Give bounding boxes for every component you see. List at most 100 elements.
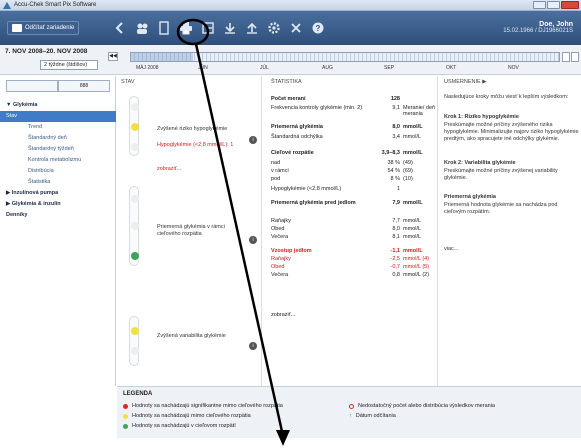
- mean-glycemia-text: Priemerná hodnota glykémie sa nachádza p…: [444, 202, 558, 215]
- sidebar-item[interactable]: Denníky: [0, 210, 116, 221]
- statistics-row: Cieľové rozpätie 3,9–8,3 mmol/L: [271, 150, 423, 156]
- timeline-month-label: MÁJ 2008: [136, 65, 159, 71]
- sidebar-item[interactable]: Štandardný týždeň: [0, 144, 116, 155]
- legend: LEGENDA Hodnoty sa nachádzajú signifikan…: [117, 386, 581, 438]
- statistics-row: Večera 8,1 mmol/L: [271, 234, 422, 240]
- statistics-row: Priemerná glykémia 8,0 mmol/L: [271, 124, 423, 130]
- tools-icon[interactable]: [286, 17, 306, 39]
- traffic-light-hypo: [129, 96, 139, 156]
- statistics-header: ŠTATISTIKA: [271, 79, 302, 85]
- statistics-row: Frekvencia kontroly glykémie (min. 2) 9,1…: [271, 105, 436, 117]
- guidance-header: USMERNENIE ▶: [444, 79, 487, 85]
- statistics-row: pod 8 % (10): [271, 176, 413, 182]
- more-link[interactable]: viac...: [444, 246, 579, 253]
- statistics-row: Vzostup jedlom -1,1 mmol/L: [271, 248, 423, 254]
- step2-text: Preskúmajte možné príčiny zvýšenej varia…: [444, 168, 558, 181]
- info-icon[interactable]: i: [249, 342, 257, 350]
- yellow-dot-icon: [123, 413, 128, 419]
- timeline-months: MÁJ 2008 JÚN JÚL AUG SEP OKT NOV: [130, 65, 560, 73]
- read-date-icon: ↑: [349, 413, 352, 419]
- statistics-row: Štandardná odchýlka 3,4 mmol/L: [271, 134, 422, 140]
- title-bar: Accu-Chek Smart Pix Software: [0, 0, 581, 11]
- print-icon[interactable]: [176, 17, 196, 39]
- green-dot-icon: [123, 423, 128, 429]
- statistics-row: Hypoglykémie (<2,8 mmol/L) 1: [271, 186, 400, 192]
- statistics-row: Večera 0,8 mmol/L (2): [271, 272, 430, 278]
- statistics-row: Počet meraní 128: [271, 96, 400, 102]
- statistics-row: Obed 8,0 mmol/L: [271, 226, 422, 232]
- timeline-month-label: JÚL: [260, 65, 269, 71]
- export-icon[interactable]: [198, 17, 218, 39]
- hypo-show-link[interactable]: zobraziť...: [157, 166, 247, 173]
- step1-text: Preskúmajte možné príčiny zvýšeného rizi…: [444, 122, 579, 142]
- statistics-row: Raňajky 7,7 mmol/L: [271, 218, 422, 224]
- svg-text:?: ?: [316, 24, 321, 33]
- sidebar-item[interactable]: Trend: [0, 122, 116, 133]
- status-header: STAV: [121, 79, 135, 85]
- statistics-row: Obed -0,7 mmol/L (5): [271, 264, 430, 270]
- date-range: 7. NOV 2008–20. NOV 2008: [5, 48, 88, 55]
- empty-circle-icon: [349, 403, 354, 409]
- statistics-row: nad 38 % (49): [271, 160, 413, 166]
- settings-icon[interactable]: [264, 17, 284, 39]
- statistics-row: v rámci 54 % (69): [271, 168, 413, 174]
- back-icon[interactable]: [110, 17, 130, 39]
- traffic-light-mean: [129, 186, 139, 266]
- timeline-month-label: SEP: [384, 65, 395, 71]
- red-dot-icon: [123, 403, 128, 409]
- step1-title: Krok 1: Riziko hypoglykémie: [444, 114, 519, 120]
- traffic-light-variability: [129, 316, 139, 366]
- sidebar-item[interactable]: ▶ Inzulínová pumpa: [0, 188, 116, 199]
- sidebar-item[interactable]: Štatistika: [0, 177, 116, 188]
- timeline-selection[interactable]: [131, 53, 193, 61]
- timeline-slider[interactable]: [130, 52, 560, 62]
- main-content: STAV Zvýšené riziko hypoglykémie Hypogly…: [117, 76, 581, 386]
- timeline-month-label: JÚN: [198, 65, 208, 71]
- timeline-bar: 7. NOV 2008–20. NOV 2008 2 týždne (štdiš…: [0, 45, 581, 75]
- sidebar-item[interactable]: Distribúcia: [0, 166, 116, 177]
- patient-info: Doe, John 15.02.1966 / DJ1966021S: [503, 21, 573, 34]
- sidebar-item[interactable]: Štandardný deň: [0, 133, 116, 144]
- maximize-button[interactable]: [547, 1, 560, 9]
- info-icon[interactable]: i: [249, 136, 257, 144]
- window-title: Accu-Chek Smart Pix Software: [14, 2, 97, 8]
- timeline-next-button[interactable]: [562, 52, 570, 62]
- statistics-column: ŠTATISTIKA Počet meraní 128 Frekvencia kon…: [263, 76, 438, 386]
- statistics-show-link[interactable]: zobraziť...: [271, 312, 436, 318]
- device-icon: [12, 24, 22, 32]
- download-icon[interactable]: [220, 17, 240, 39]
- sidebar-tab-list[interactable]: [6, 80, 58, 92]
- statistics-row: Raňajky -2,5 mmol/L (4): [271, 256, 430, 262]
- sidebar-item[interactable]: Stav: [0, 111, 116, 122]
- status-column: STAV Zvýšené riziko hypoglykémie Hypogly…: [117, 76, 262, 386]
- minimize-button[interactable]: [533, 1, 546, 9]
- timeline-month-label: NOV: [508, 65, 519, 71]
- hypo-title: Zvýšené riziko hypoglykémie: [157, 126, 228, 132]
- app-logo-icon: [3, 2, 11, 9]
- timeline-first-button[interactable]: ◀◀: [108, 52, 118, 61]
- toolbar: Odčítať zariadenie ? Doe, John 15.02.196…: [0, 11, 581, 45]
- help-icon[interactable]: ?: [308, 17, 328, 39]
- navigation-tree: ▼ Glykémia Stav Trend Štandardný deň Štandar…: [0, 100, 116, 221]
- timeline-month-label: AUG: [322, 65, 333, 71]
- upload-icon[interactable]: [242, 17, 262, 39]
- statistics-row: Priemerná glykémia pred jedlom 7,9 mmol/L: [271, 200, 423, 206]
- period-select[interactable]: 2 týždne (štdišov): [40, 60, 98, 70]
- sidebar-item[interactable]: ▼ Glykémia: [0, 100, 116, 111]
- sidebar: 888 ▼ Glykémia Stav Trend Štandardný deň Šta…: [0, 76, 116, 386]
- hypo-alert: Hypoglykémie (<2,8 mmol/L): 1: [157, 142, 234, 148]
- patients-icon[interactable]: [132, 17, 152, 39]
- guidance-intro: Nasledujúce kroky môžu viesť k lepším vý…: [444, 94, 569, 100]
- info-icon[interactable]: i: [249, 236, 257, 244]
- timeline-month-label: OKT: [446, 65, 457, 71]
- sidebar-item[interactable]: ▶ Glykémia & inzulín: [0, 199, 116, 210]
- close-button[interactable]: [561, 1, 579, 9]
- sidebar-item[interactable]: Kontrola metabolizmu: [0, 155, 116, 166]
- mean-glycemia-title: Priemerná glykémia: [444, 194, 496, 200]
- read-device-button[interactable]: Odčítať zariadenie: [7, 21, 80, 35]
- document-icon[interactable]: [154, 17, 174, 39]
- sidebar-tab-grid[interactable]: 888: [58, 80, 110, 92]
- variability-title: Zvýšená variabilita glykémie: [157, 333, 226, 339]
- timeline-last-button[interactable]: [571, 52, 579, 62]
- step2-title: Krok 2: Variabilita glykémie: [444, 160, 516, 166]
